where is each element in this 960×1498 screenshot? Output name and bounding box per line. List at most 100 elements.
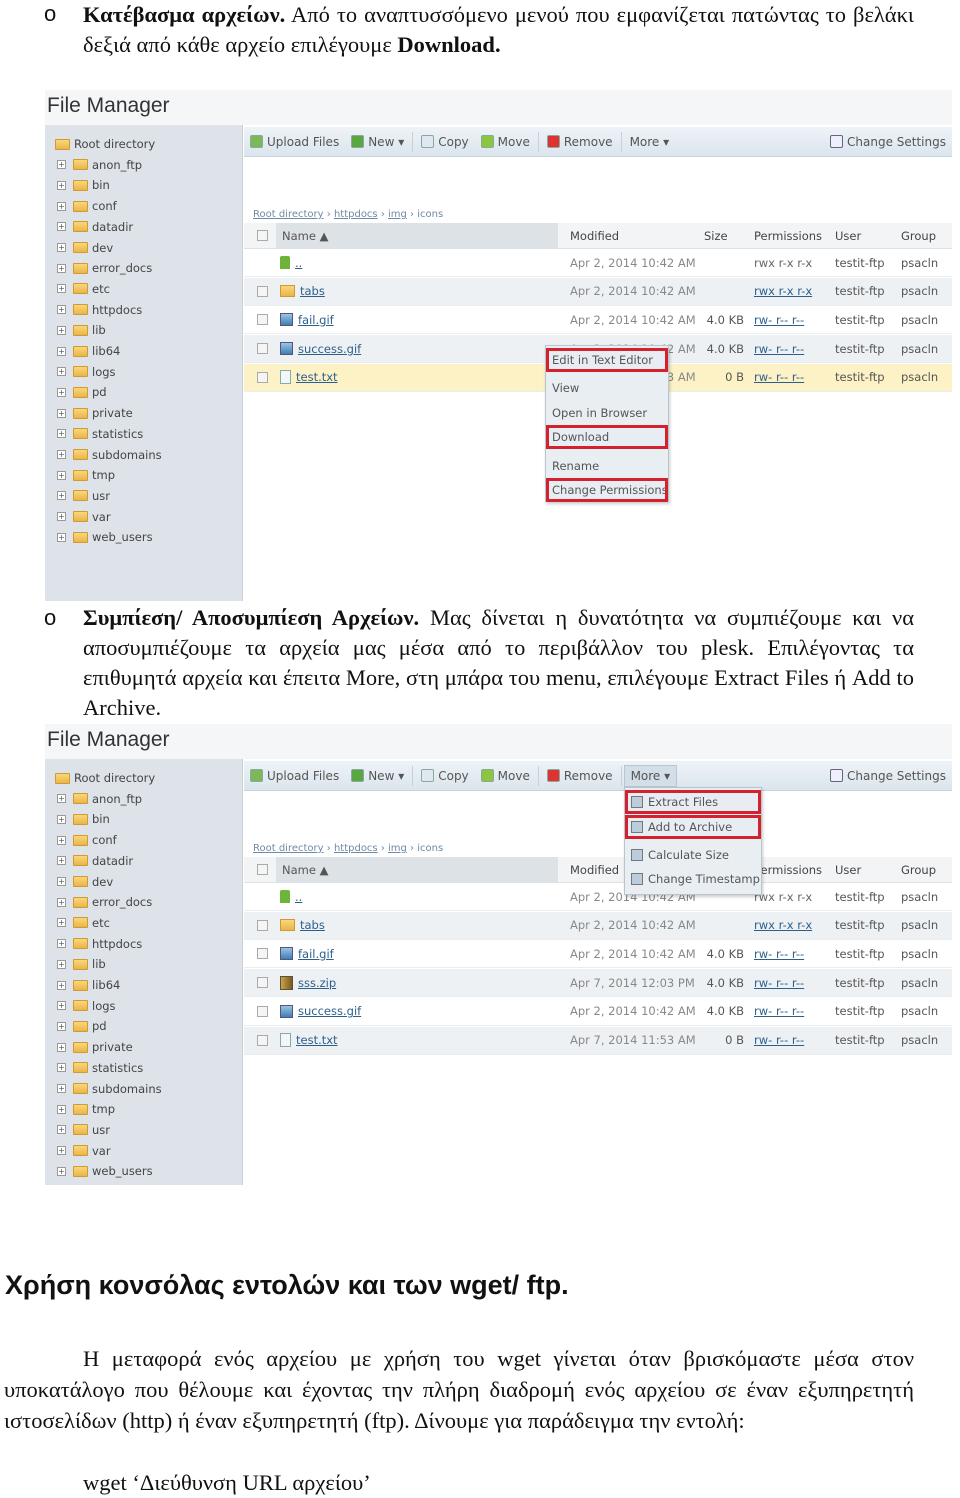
tree-item-web_users[interactable]: + web_users: [57, 1162, 153, 1180]
expand-icon[interactable]: +: [57, 305, 66, 315]
file-name-link[interactable]: test.txt: [296, 1033, 338, 1047]
file-row[interactable]: success.gif Apr 2, 2014 10:42 AM 4.0 KB rw-…: [244, 997, 952, 1026]
menu-item-extract-files[interactable]: Extract Files: [625, 790, 761, 814]
column-modified[interactable]: Modified: [570, 223, 619, 248]
menu-item-download[interactable]: Download: [546, 425, 668, 449]
row-checkbox[interactable]: [257, 371, 268, 383]
breadcrumb-link[interactable]: img: [388, 843, 407, 854]
expand-icon[interactable]: +: [57, 284, 66, 294]
file-row[interactable]: tabs Apr 2, 2014 10:42 AM rwx r-x r-x testi…: [244, 911, 952, 940]
tree-item-subdomains[interactable]: + subdomains: [57, 446, 162, 464]
file-row[interactable]: tabs Apr 2, 2014 10:42 AM rwx r-x r-x testi…: [244, 277, 952, 306]
menu-item-change-timestamp[interactable]: Change Timestamp: [625, 867, 761, 891]
tree-item-bin[interactable]: + bin: [57, 176, 110, 194]
tree-item-usr[interactable]: + usr: [57, 487, 110, 505]
expand-icon[interactable]: +: [57, 243, 66, 252]
tree-item-dev[interactable]: + dev: [57, 239, 113, 257]
file-name-link[interactable]: test.txt: [296, 370, 338, 384]
expand-icon[interactable]: +: [57, 1146, 66, 1156]
expand-icon[interactable]: +: [57, 160, 66, 170]
row-checkbox[interactable]: [257, 285, 268, 297]
tree-item-etc[interactable]: + etc: [57, 280, 110, 298]
permissions[interactable]: rwx r-x r-x: [754, 278, 812, 305]
tree-item-private[interactable]: + private: [57, 1038, 133, 1056]
tree-item-private[interactable]: + private: [57, 404, 133, 422]
row-checkbox[interactable]: [257, 1034, 268, 1046]
change-settings-button[interactable]: Change Settings: [824, 765, 952, 787]
menu-item-rename[interactable]: Rename: [546, 454, 668, 478]
expand-icon[interactable]: +: [57, 814, 66, 824]
tree-item-error_docs[interactable]: + error_docs: [57, 893, 152, 911]
tree-item-statistics[interactable]: + statistics: [57, 425, 143, 443]
tree-item-conf[interactable]: + conf: [57, 197, 117, 215]
checkbox[interactable]: [257, 230, 268, 241]
tree-item-httpdocs[interactable]: + httpdocs: [57, 301, 142, 319]
new-button[interactable]: New ▾: [345, 131, 410, 153]
permissions[interactable]: rwx r-x r-x: [754, 912, 812, 939]
expand-icon[interactable]: +: [57, 1021, 66, 1031]
file-name-link[interactable]: fail.gif: [298, 947, 334, 961]
tree-item-web_users[interactable]: + web_users: [57, 528, 153, 546]
breadcrumb-link[interactable]: httpdocs: [334, 209, 378, 220]
file-name-link[interactable]: success.gif: [298, 1004, 361, 1018]
tree-item-logs[interactable]: + logs: [57, 363, 116, 381]
file-name-link[interactable]: ..: [295, 890, 302, 904]
tree-item-lib64[interactable]: + lib64: [57, 342, 120, 360]
expand-icon[interactable]: +: [57, 450, 66, 459]
tree-item-conf[interactable]: + conf: [57, 831, 117, 849]
tree-item-anon_ftp[interactable]: + anon_ftp: [57, 790, 142, 808]
file-row[interactable]: .. Apr 2, 2014 10:42 AM rwx r-x r-x testit-…: [244, 249, 952, 277]
tree-item-subdomains[interactable]: + subdomains: [57, 1080, 162, 1098]
expand-icon[interactable]: +: [57, 1063, 66, 1073]
file-name-link[interactable]: tabs: [300, 284, 325, 298]
expand-icon[interactable]: +: [57, 512, 66, 522]
tree-item-httpdocs[interactable]: + httpdocs: [57, 935, 142, 953]
remove-button[interactable]: Remove: [541, 131, 619, 153]
column-user[interactable]: User: [835, 223, 861, 248]
more-button[interactable]: More ▾: [624, 131, 676, 153]
breadcrumb-link[interactable]: httpdocs: [334, 843, 378, 854]
move-button[interactable]: Move: [475, 765, 536, 787]
menu-item-edit-in-text-editor[interactable]: Edit in Text Editor: [546, 348, 668, 372]
expand-icon[interactable]: +: [57, 1001, 66, 1011]
tree-item-lib[interactable]: + lib: [57, 955, 106, 973]
expand-icon[interactable]: +: [57, 201, 66, 211]
expand-icon[interactable]: +: [57, 1084, 66, 1093]
permissions[interactable]: rw- r-- r--: [754, 969, 804, 996]
permissions[interactable]: rw- r-- r--: [754, 364, 804, 391]
expand-icon[interactable]: +: [57, 180, 66, 190]
tree-item-var[interactable]: + var: [57, 508, 111, 526]
checkbox[interactable]: [257, 864, 268, 875]
row-checkbox[interactable]: [257, 314, 268, 326]
row-checkbox[interactable]: [257, 343, 268, 355]
remove-button[interactable]: Remove: [541, 765, 619, 787]
expand-icon[interactable]: +: [57, 835, 66, 845]
column-group[interactable]: Group: [901, 223, 936, 248]
expand-icon[interactable]: +: [57, 897, 66, 907]
file-name-link[interactable]: sss.zip: [298, 976, 336, 990]
menu-item-add-to-archive[interactable]: Add to Archive: [625, 815, 761, 839]
column-user[interactable]: User: [835, 857, 861, 882]
tree-item-error_docs[interactable]: + error_docs: [57, 259, 152, 277]
expand-icon[interactable]: +: [57, 1042, 66, 1052]
menu-item-view[interactable]: View: [546, 376, 668, 400]
tree-root[interactable]: Root directory: [55, 769, 155, 787]
expand-icon[interactable]: +: [57, 918, 66, 928]
tree-item-lib[interactable]: + lib: [57, 321, 106, 339]
upload-button[interactable]: Upload Files: [244, 131, 345, 153]
tree-item-datadir[interactable]: + datadir: [57, 218, 133, 236]
row-checkbox[interactable]: [257, 1005, 268, 1017]
expand-icon[interactable]: +: [57, 794, 66, 804]
tree-item-pd[interactable]: + pd: [57, 1017, 107, 1035]
menu-item-calculate-size[interactable]: Calculate Size: [625, 843, 761, 867]
file-name-link[interactable]: success.gif: [298, 342, 361, 356]
tree-item-dev[interactable]: + dev: [57, 873, 113, 891]
column-permissions[interactable]: Permissions: [754, 857, 822, 882]
tree-item-bin[interactable]: + bin: [57, 810, 110, 828]
more-button[interactable]: More ▾: [623, 764, 678, 787]
file-row[interactable]: fail.gif Apr 2, 2014 10:42 AM 4.0 KB rw- r-…: [244, 306, 952, 335]
file-row[interactable]: test.txt Apr 7, 2014 11:53 AM 0 B rw- r-- r…: [244, 1026, 952, 1055]
permissions[interactable]: rw- r-- r--: [754, 940, 804, 967]
breadcrumb-link[interactable]: Root directory: [253, 209, 324, 220]
expand-icon[interactable]: +: [57, 263, 66, 273]
